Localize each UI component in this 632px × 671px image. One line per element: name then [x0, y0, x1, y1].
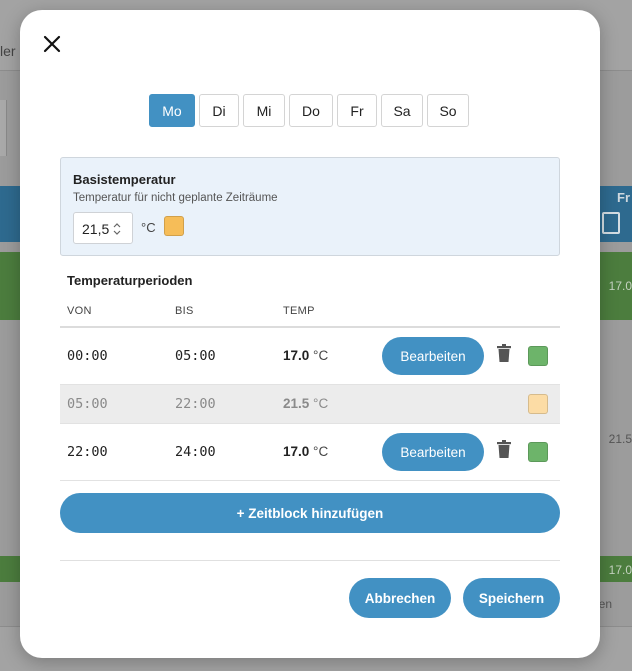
- period-temp-unit: °C: [313, 396, 329, 411]
- background-value: 17.0: [608, 279, 632, 293]
- background-footer-text: en: [598, 597, 612, 611]
- period-to: 24:00: [175, 444, 216, 460]
- tab-saturday[interactable]: Sa: [381, 94, 423, 127]
- row-divider: [60, 480, 560, 481]
- base-temperature-value: 21,5: [82, 221, 110, 237]
- background-topbar-text: ler: [0, 43, 16, 59]
- tab-sunday[interactable]: So: [427, 94, 469, 127]
- period-row: 00:00 05:00 17.0 °C Bearbeiten: [60, 328, 560, 384]
- period-temp: 17.0 °C: [283, 348, 328, 363]
- period-temp-value: 21.5: [283, 396, 310, 411]
- period-temp-value: 17.0: [283, 348, 310, 363]
- background-value: 21.5: [608, 432, 632, 446]
- background-value: 17.0: [608, 563, 632, 577]
- period-row: 22:00 24:00 17.0 °C Bearbeiten: [60, 424, 560, 480]
- trash-icon[interactable]: [497, 440, 511, 458]
- background-block-left: [0, 252, 20, 320]
- cancel-button[interactable]: Abbrechen: [349, 578, 451, 618]
- close-icon[interactable]: [42, 34, 62, 54]
- period-from: 00:00: [67, 348, 108, 364]
- base-temperature-panel: Basistemperatur Temperatur für nicht gep…: [60, 157, 560, 256]
- base-temperature-title: Basistemperatur: [73, 172, 176, 187]
- base-temperature-subtitle: Temperatur für nicht geplante Zeiträume: [73, 192, 278, 204]
- period-row: 05:00 22:00 21.5 °C: [60, 385, 560, 423]
- add-timeblock-button[interactable]: + Zeitblock hinzufügen: [60, 493, 560, 533]
- period-color-swatch[interactable]: [528, 442, 548, 462]
- day-tabs: Mo Di Mi Do Fr Sa So: [149, 94, 469, 127]
- tab-tuesday[interactable]: Di: [199, 94, 239, 127]
- tab-monday[interactable]: Mo: [149, 94, 195, 127]
- footer-divider: [60, 560, 560, 561]
- tab-wednesday[interactable]: Mi: [243, 94, 285, 127]
- copy-icon: [602, 212, 620, 234]
- period-temp: 21.5 °C: [283, 396, 328, 411]
- column-header-temp: TEMP: [283, 305, 315, 317]
- period-temp-unit: °C: [313, 348, 329, 363]
- base-color-swatch[interactable]: [164, 216, 184, 236]
- base-temperature-unit: °C: [141, 220, 156, 235]
- column-header-to: BIS: [175, 305, 194, 317]
- tab-friday[interactable]: Fr: [337, 94, 377, 127]
- base-temperature-input[interactable]: 21,5: [73, 212, 133, 244]
- column-header-from: VON: [67, 305, 92, 317]
- period-temp: 17.0 °C: [283, 444, 328, 459]
- periods-title: Temperaturperioden: [67, 273, 193, 288]
- background-panel: [0, 100, 7, 156]
- period-color-swatch: [528, 394, 548, 414]
- period-to: 05:00: [175, 348, 216, 364]
- save-button[interactable]: Speichern: [463, 578, 560, 618]
- spinner-icon[interactable]: [113, 222, 121, 236]
- period-temp-unit: °C: [313, 444, 329, 459]
- background-day-label: Fr: [617, 190, 630, 205]
- period-from: 22:00: [67, 444, 108, 460]
- period-temp-value: 17.0: [283, 444, 310, 459]
- background-block-left: [0, 556, 20, 582]
- schedule-modal: Mo Di Mi Do Fr Sa So Basistemperatur Tem…: [20, 10, 600, 658]
- edit-button[interactable]: Bearbeiten: [382, 337, 484, 375]
- background-day-header-left: [0, 186, 20, 242]
- trash-icon[interactable]: [497, 344, 511, 362]
- tab-thursday[interactable]: Do: [289, 94, 333, 127]
- period-from: 05:00: [67, 396, 108, 412]
- edit-button[interactable]: Bearbeiten: [382, 433, 484, 471]
- period-color-swatch[interactable]: [528, 346, 548, 366]
- period-to: 22:00: [175, 396, 216, 412]
